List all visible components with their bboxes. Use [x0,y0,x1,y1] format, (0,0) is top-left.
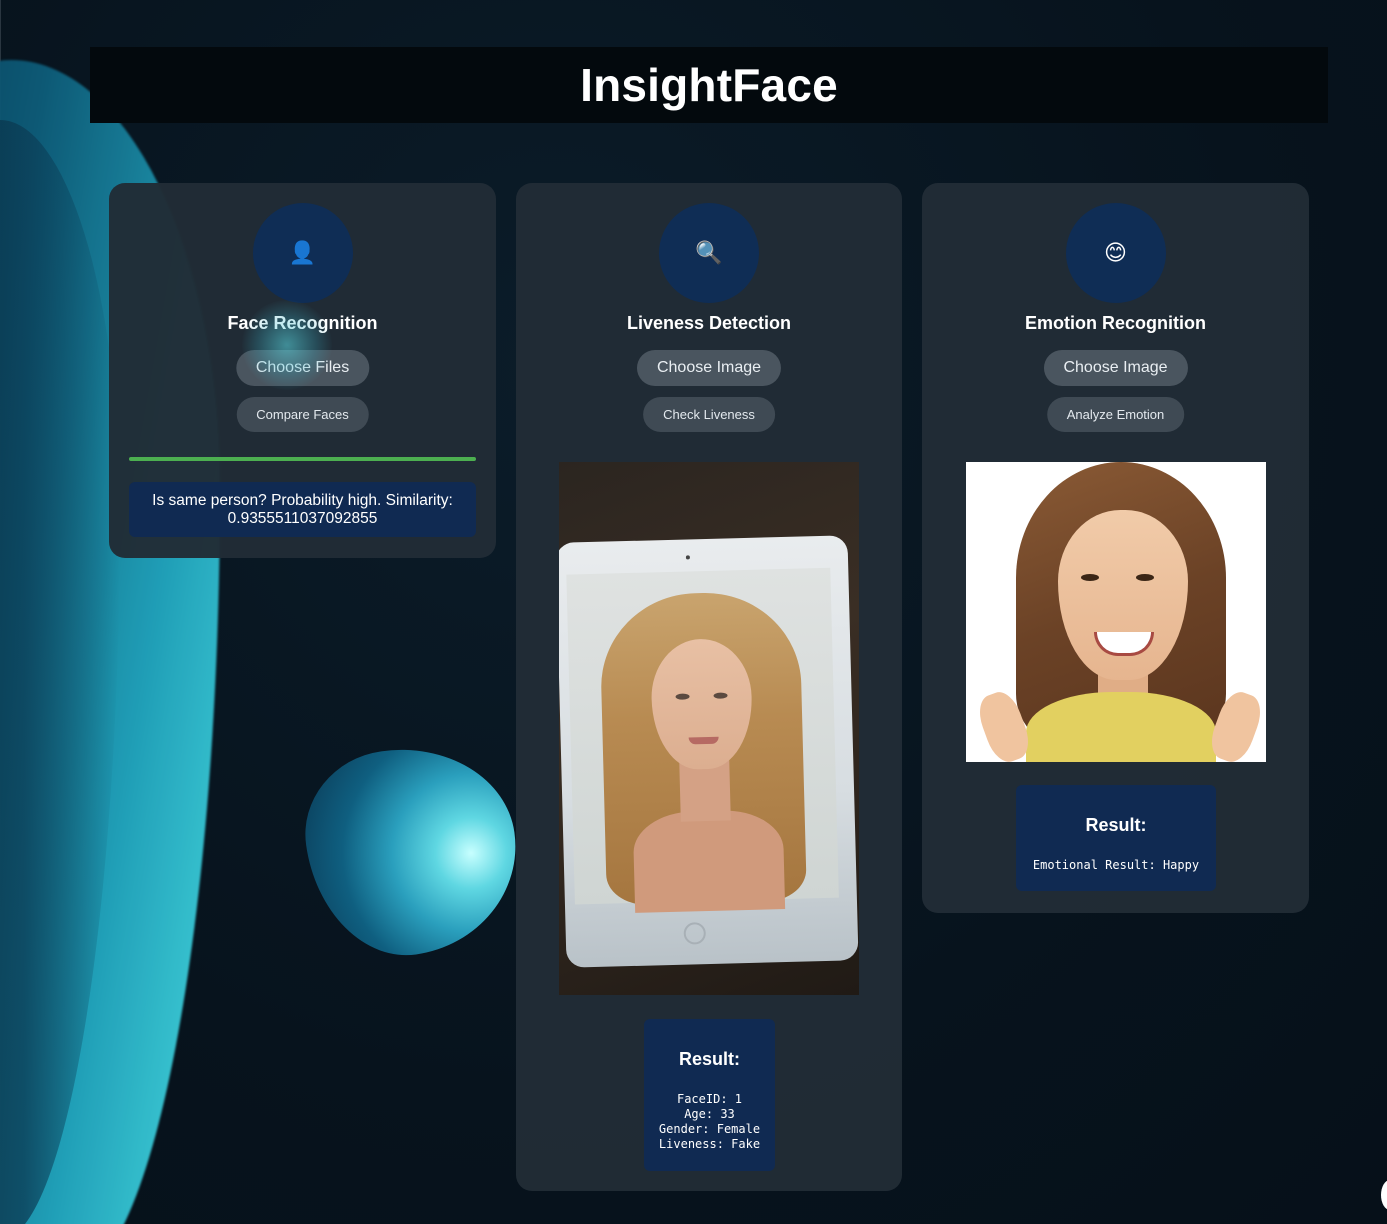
check-liveness-button[interactable]: Check Liveness [643,397,775,432]
liveness-detection-card: 🔍 Liveness Detection Choose Image Check … [516,183,902,1191]
compare-faces-button[interactable]: Compare Faces [236,397,369,432]
choose-image-button-emotion[interactable]: Choose Image [1043,350,1188,386]
photo-girl-eye-left [1081,574,1099,581]
result-line-faceid: FaceID: 1 [676,1092,743,1106]
app-header: InsightFace [90,47,1328,123]
emotion-recognition-card: 😊 Emotion Recognition Choose Image Analy… [922,183,1309,913]
liveness-detection-title: Liveness Detection [626,313,792,333]
tablet-camera [685,555,690,560]
choose-image-button-liveness[interactable]: Choose Image [636,350,782,386]
person-icon: 👤 [252,203,353,303]
photo-shoulders [632,809,786,913]
tablet-screen [566,567,839,913]
emotion-recognition-title: Emotion Recognition [1025,313,1206,333]
page: InsightFace 👤 Face Recognition Choose Fi… [0,0,1387,1224]
photo-girl-shirt [1026,692,1216,762]
emotion-result-lines: Emotional Result: Happy [1016,858,1216,873]
result-line-age: Age: 33 [684,1107,735,1121]
photo-girl-eye-right [1136,574,1154,581]
emotion-result-title: Result: [1085,815,1147,835]
tablet-home-button [683,922,707,945]
decorative-orb [294,734,530,968]
smiley-icon-glyph: 😊 [1104,240,1127,266]
corner-handle[interactable] [1381,1180,1387,1210]
photo-neck [679,760,731,822]
liveness-result-box: Result: FaceID: 1 Age: 33 Gender: Female… [644,1019,775,1171]
progress-bar-fill [129,457,476,461]
liveness-result-title: Result: [678,1049,740,1069]
magnifier-icon-glyph: 🔍 [695,240,723,266]
magnifier-icon: 🔍 [659,203,759,303]
app-title: InsightFace [580,59,838,111]
liveness-result-lines: FaceID: 1 Age: 33 Gender: Female Livenes… [644,1092,775,1152]
result-line-liveness: Liveness: Fake [658,1137,761,1151]
liveness-uploaded-photo [559,462,859,995]
tablet-device-image [559,535,859,968]
result-line-gender: Gender: Female [658,1122,761,1136]
analyze-emotion-button[interactable]: Analyze Emotion [1046,397,1185,432]
emotion-uploaded-photo [966,462,1266,762]
photo-mouth [688,736,719,745]
emotion-result-box: Result: Emotional Result: Happy [1016,785,1216,891]
result-line-emotion: Emotional Result: Happy [1032,858,1200,872]
progress-bar [129,457,476,461]
similarity-result: Is same person? Probability high. Simila… [129,482,476,537]
smiley-icon: 😊 [1065,203,1166,303]
decorative-glow [242,300,332,390]
person-icon-glyph: 👤 [288,240,317,266]
